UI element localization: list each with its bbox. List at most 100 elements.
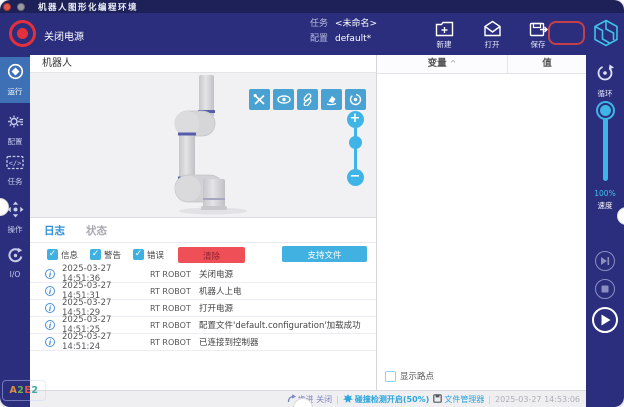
file-manager-icon [433,394,442,405]
zoom-slider-handle[interactable] [349,136,362,149]
info-icon: i [45,303,55,313]
speed-value: 100% [594,189,615,198]
loop-mode-button[interactable]: 循环 [586,55,624,99]
info-icon: i [45,337,55,347]
file-manager-text: 文件管理器 [444,394,484,405]
log-message: 关闭电源 [199,268,233,280]
visibility-eye-button[interactable] [273,89,294,110]
target-button[interactable] [345,89,366,110]
task-value: <未命名> [335,19,377,29]
brand-cube-icon [593,19,619,51]
show-waypoints-label: 显示路点 [400,370,434,382]
log-source: RT ROBOT [150,270,192,279]
record-dot-icon [17,28,28,39]
log-tabs: 日志 状态 [30,218,376,243]
show-waypoints-toggle[interactable]: 显示路点 [385,370,434,382]
checked-checkbox-icon [47,249,58,260]
info-icon: i [45,269,55,279]
header-bar: 关闭电源 任务<未命名> 配置default* 新建 打开 保存 [0,13,624,55]
window-close-button[interactable] [3,3,11,11]
zoom-out-button[interactable]: − [347,169,364,186]
tools-button[interactable] [249,89,270,110]
new-task-button[interactable]: 新建 [421,18,467,50]
filter-error[interactable]: 错误 [133,249,164,261]
log-source: RT ROBOT [150,287,192,296]
filter-warning[interactable]: 警告 [90,249,121,261]
variables-name-header[interactable]: 变量^ [377,55,508,73]
window-title: 机器人图形化编程环境 [38,1,138,13]
sidebar-item-config[interactable]: 配置 [0,107,30,149]
status-separator: | [336,395,339,404]
new-file-icon [421,18,467,38]
zoom-in-button[interactable]: + [347,111,364,128]
config-value: default* [335,34,371,44]
power-button[interactable] [9,20,36,47]
log-panel: 日志 状态 信息 警告 错误 清除 支持文件 [30,217,376,390]
sidebar-item-label: I/O [0,270,30,279]
log-source: RT ROBOT [150,321,192,330]
robot-3d-view[interactable]: + − [30,73,376,217]
sidebar-item-io[interactable]: I/O [0,241,30,283]
step-next-button[interactable] [595,251,615,271]
collision-detection-toggle[interactable]: 碰撞检测开启(50%) [343,394,429,405]
speed-slider: 100% 速度 [586,105,624,211]
zoom-control: + − [346,111,364,186]
loop-label: 循环 [586,88,624,99]
log-message: 机器人上电 [199,285,242,297]
clear-log-button[interactable]: 清除 [178,247,245,263]
transport-controls [586,251,624,333]
open-task-label: 打开 [469,39,515,50]
support-files-button[interactable]: 支持文件 [282,246,367,262]
code-window-icon: </> [6,155,24,174]
run-icon [7,65,24,84]
io-cycle-icon [7,249,24,268]
new-task-label: 新建 [421,39,467,50]
move-arrows-icon [7,203,24,222]
filter-info[interactable]: 信息 [47,249,78,261]
task-config-info: 任务<未命名> 配置default* [310,17,377,47]
sidebar-item-label: 任务 [0,176,30,187]
status-timestamp: 2025-03-27 14:53:06 [495,395,580,404]
collision-text: 碰撞检测开启(50%) [355,394,429,405]
logo-char: E [24,385,31,396]
left-sidebar: 运行 配置 </> 任务 操作 I/O A2E2 [0,55,30,407]
a2e2-logo: A2E2 [2,380,46,401]
info-icon: i [45,320,55,330]
gear-icon [7,115,24,134]
log-filters: 信息 警告 错误 清除 支持文件 [30,243,376,266]
zoom-slider-track[interactable] [354,128,357,169]
robot-panel-title: 机器人 [30,55,376,73]
sort-caret-icon: ^ [450,59,457,68]
info-icon: i [45,286,55,296]
logo-char: 2 [17,385,24,396]
status-separator: | [488,395,491,404]
logo-char: 2 [31,385,38,396]
log-time: 2025-03-27 14:51:24 [62,332,150,352]
play-button[interactable] [592,307,618,333]
app-window: 机器人图形化编程环境 关闭电源 任务 <未命名> 配置 default* 新建 打开… [0,0,624,407]
speed-label: 速度 [598,200,613,211]
clean-button[interactable] [321,89,342,110]
frames-button[interactable] [297,89,318,110]
filter-warning-label: 警告 [104,249,121,261]
open-task-button[interactable]: 打开 [469,18,515,50]
speed-slider-handle[interactable] [598,103,613,118]
task-label: 任务 [310,19,328,29]
log-source: RT ROBOT [150,338,192,347]
tab-log[interactable]: 日志 [44,223,65,238]
log-entries-list: i 2025-03-27 14:51:36 RT ROBOT 关闭电源 i 20… [30,266,376,351]
window-minimize-button[interactable] [17,3,25,11]
variables-value-header: 值 [508,55,586,73]
title-bar: 机器人图形化编程环境 [0,0,624,13]
speed-slider-track[interactable] [603,105,608,181]
file-manager-button[interactable]: 文件管理器 [433,394,484,405]
sidebar-item-label: 配置 [0,136,30,147]
open-envelope-icon [469,18,515,38]
sidebar-item-task[interactable]: </> 任务 [0,149,30,191]
power-button-label: 关闭电源 [44,28,84,43]
sidebar-item-run[interactable]: 运行 [0,57,30,103]
stop-button[interactable] [595,279,615,299]
log-message: 已连接到控制器 [199,336,259,348]
tab-status[interactable]: 状态 [86,223,107,238]
unchecked-checkbox-icon [385,371,396,382]
